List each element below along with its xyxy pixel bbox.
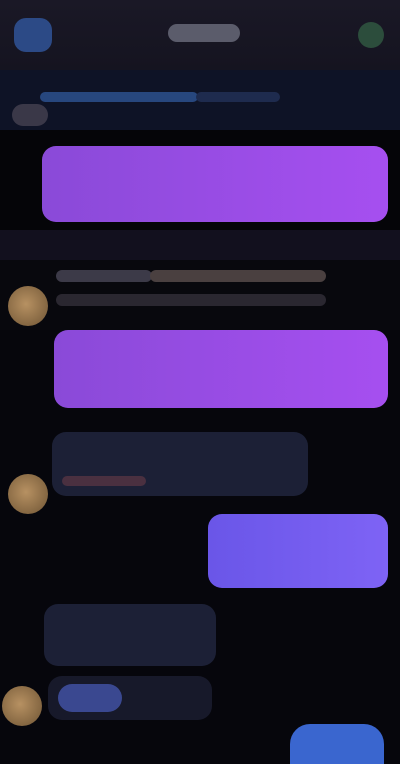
message-bubble-incoming[interactable] — [52, 432, 308, 496]
reaction-chip[interactable] — [58, 684, 122, 712]
banner-subtext — [196, 92, 280, 102]
avatar[interactable] — [8, 286, 48, 326]
sender-name — [56, 270, 152, 282]
presence-dot-icon — [358, 22, 384, 48]
message-bubble-incoming[interactable] — [44, 604, 216, 666]
avatar[interactable] — [8, 474, 48, 514]
message-bubble-outgoing[interactable] — [42, 146, 388, 222]
avatar[interactable] — [2, 686, 42, 726]
message-bubble-outgoing[interactable] — [208, 514, 388, 588]
back-button[interactable] — [14, 18, 52, 52]
message-preview — [150, 270, 326, 282]
banner-text — [40, 92, 198, 102]
message-preview — [56, 294, 326, 306]
message-bubble-outgoing[interactable] — [54, 330, 388, 408]
chat-header — [0, 0, 400, 70]
banner-avatar — [12, 104, 48, 126]
message-band — [0, 230, 400, 260]
send-button[interactable] — [290, 724, 384, 764]
sender-name — [62, 476, 146, 486]
chat-title — [168, 24, 240, 42]
